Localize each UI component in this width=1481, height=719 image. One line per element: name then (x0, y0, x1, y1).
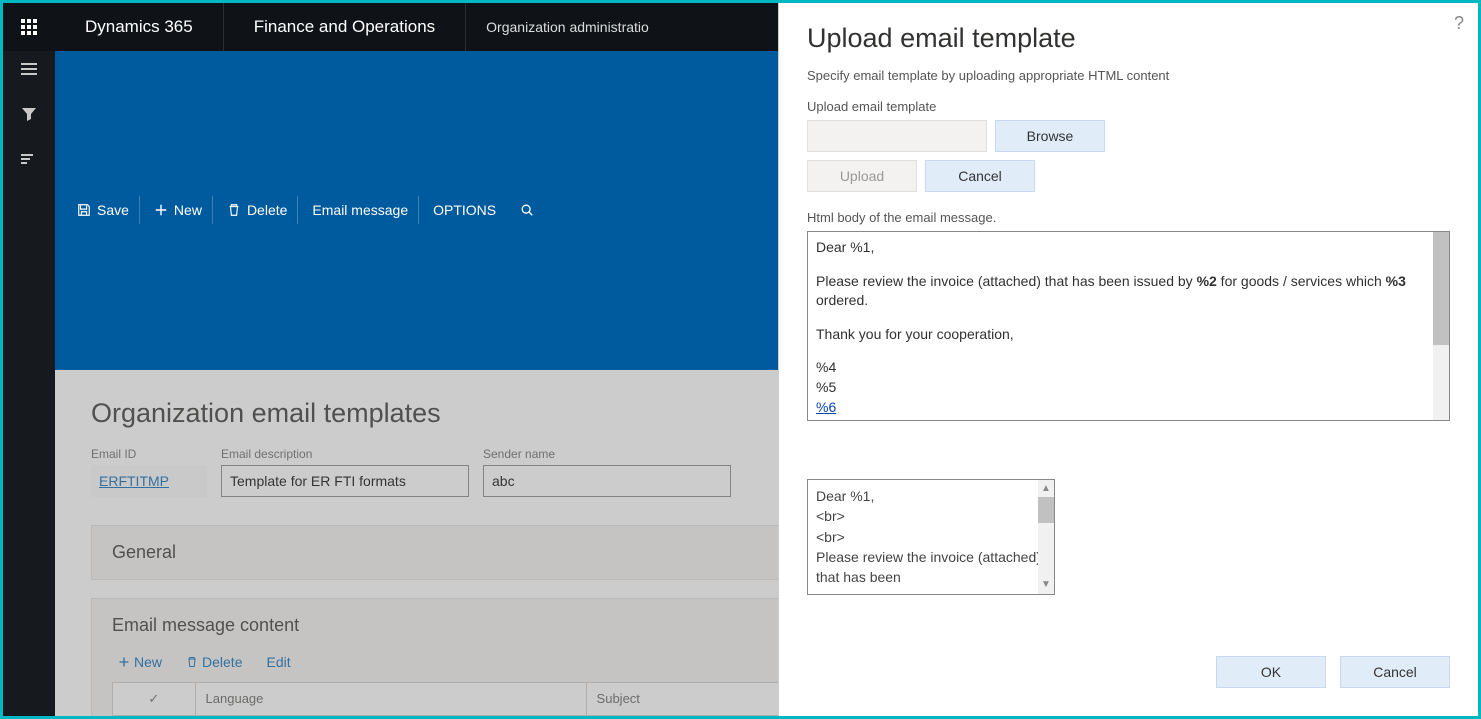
scrollbar-thumb[interactable] (1038, 497, 1054, 523)
raw-line: Dear %1, (816, 486, 1046, 506)
raw-line: <br> (816, 506, 1046, 526)
new-label: New (174, 202, 202, 218)
left-nav (3, 51, 55, 716)
body-line: %5 (816, 378, 1441, 398)
html-source-box[interactable]: Dear %1, <br> <br> Please review the inv… (807, 479, 1055, 595)
file-path-field[interactable] (807, 120, 987, 152)
scrollbar[interactable] (1433, 232, 1449, 420)
save-button[interactable]: Save (67, 196, 140, 224)
scrollbar-thumb[interactable] (1433, 232, 1449, 345)
filter-icon[interactable] (21, 106, 37, 125)
ok-button[interactable]: OK (1216, 656, 1326, 688)
body-line: Dear %1, (816, 238, 1441, 258)
scroll-down-icon[interactable]: ▼ (1041, 578, 1051, 593)
options-button[interactable]: OPTIONS (423, 196, 506, 224)
hamburger-icon[interactable] (21, 61, 37, 80)
breadcrumb[interactable]: Organization administratio (465, 3, 669, 51)
body-line: %4 (816, 358, 1441, 378)
raw-line: Please review the invoice (attached) tha… (816, 547, 1046, 588)
delete-label: Delete (247, 202, 287, 218)
brand-label[interactable]: Dynamics 365 (55, 17, 223, 37)
panel-subtitle: Specify email template by uploading appr… (807, 68, 1450, 83)
html-body-preview[interactable]: Dear %1, Please review the invoice (atta… (807, 231, 1450, 421)
help-icon[interactable]: ? (1454, 13, 1464, 34)
scroll-up-icon[interactable]: ▲ (1041, 482, 1051, 497)
search-button[interactable] (510, 197, 544, 223)
new-button[interactable]: New (144, 196, 213, 224)
body-line: Thank you for your cooperation, (816, 325, 1441, 345)
cancel-button[interactable]: Cancel (1340, 656, 1450, 688)
panel-title: Upload email template (807, 23, 1450, 54)
upload-label: Upload email template (807, 99, 1450, 114)
upload-panel: ? Upload email template Specify email te… (778, 3, 1478, 716)
list-icon[interactable] (21, 151, 37, 170)
raw-line: <br> (816, 527, 1046, 547)
delete-button[interactable]: Delete (217, 196, 298, 224)
app-label[interactable]: Finance and Operations (223, 3, 465, 51)
cancel-upload-button[interactable]: Cancel (925, 160, 1035, 192)
options-label: OPTIONS (433, 202, 496, 218)
html-body-label: Html body of the email message. (807, 210, 1450, 225)
save-label: Save (97, 202, 129, 218)
body-link[interactable]: %6 (816, 399, 836, 415)
browse-button[interactable]: Browse (995, 120, 1105, 152)
upload-button[interactable]: Upload (807, 160, 917, 192)
email-message-label: Email message (312, 202, 408, 218)
email-message-button[interactable]: Email message (302, 196, 419, 224)
scrollbar[interactable]: ▲ ▼ (1038, 480, 1054, 594)
body-line: Please review the invoice (attached) tha… (816, 272, 1441, 311)
app-launcher[interactable] (3, 3, 55, 51)
